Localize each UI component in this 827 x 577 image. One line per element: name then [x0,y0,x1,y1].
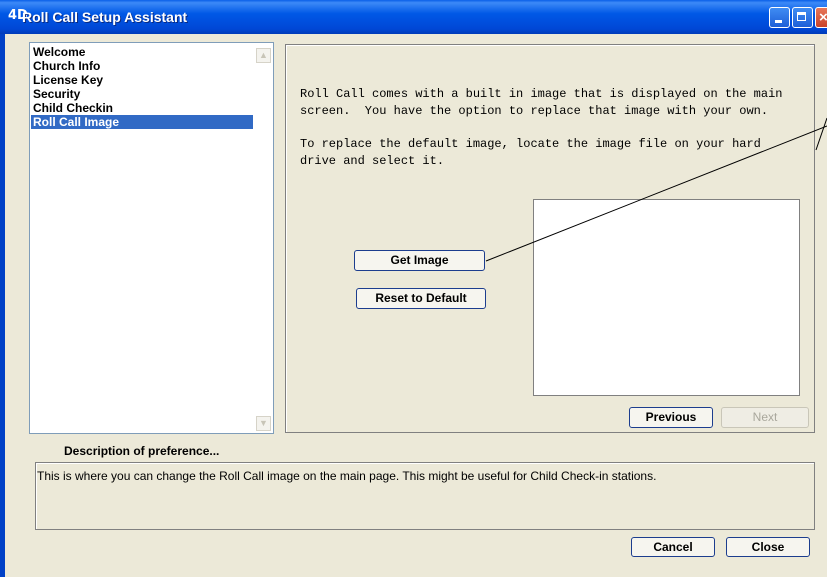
maximize-icon [797,12,806,21]
list-item-roll-call-image[interactable]: Roll Call Image [31,115,253,129]
minimize-button[interactable] [769,7,790,28]
scroll-up-arrow-icon[interactable]: ▲ [256,48,271,63]
next-button: Next [721,407,809,428]
description-text: This is where you can change the Roll Ca… [37,469,657,483]
window-title: Roll Call Setup Assistant [22,9,188,25]
minimize-icon [775,20,782,23]
list-scrollbar[interactable]: ▲ ▼ [256,44,272,432]
cancel-button[interactable]: Cancel [631,537,715,557]
list-item-welcome[interactable]: Welcome [31,45,253,59]
window-border [0,34,5,577]
content-panel: Roll Call comes with a built in image th… [285,44,815,433]
reset-to-default-button[interactable]: Reset to Default [356,288,486,309]
previous-button[interactable]: Previous [629,407,713,428]
instructions-text: To replace the default image, locate the… [300,137,761,168]
description-heading: Description of preference... [64,444,220,458]
maximize-button[interactable] [792,7,813,28]
close-icon: × [819,9,827,26]
title-bar[interactable]: 4D Roll Call Setup Assistant × [0,0,827,34]
list-item-child-checkin[interactable]: Child Checkin [31,101,253,115]
close-button[interactable]: Close [726,537,810,557]
list-item-security[interactable]: Security [31,87,253,101]
scroll-down-arrow-icon[interactable]: ▼ [256,416,271,431]
callout-line-upper [815,117,827,151]
get-image-button[interactable]: Get Image [354,250,485,271]
list-item-church-info[interactable]: Church Info [31,59,253,73]
image-preview [533,199,800,396]
intro-text: Roll Call comes with a built in image th… [300,87,783,118]
setup-assistant-window: 4D Roll Call Setup Assistant × Welcome C… [0,0,827,577]
section-list-items: Welcome Church Info License Key Security… [31,45,253,129]
list-item-license-key[interactable]: License Key [31,73,253,87]
description-box: This is where you can change the Roll Ca… [35,462,815,530]
close-window-button[interactable]: × [815,7,827,28]
section-list[interactable]: Welcome Church Info License Key Security… [29,42,274,434]
